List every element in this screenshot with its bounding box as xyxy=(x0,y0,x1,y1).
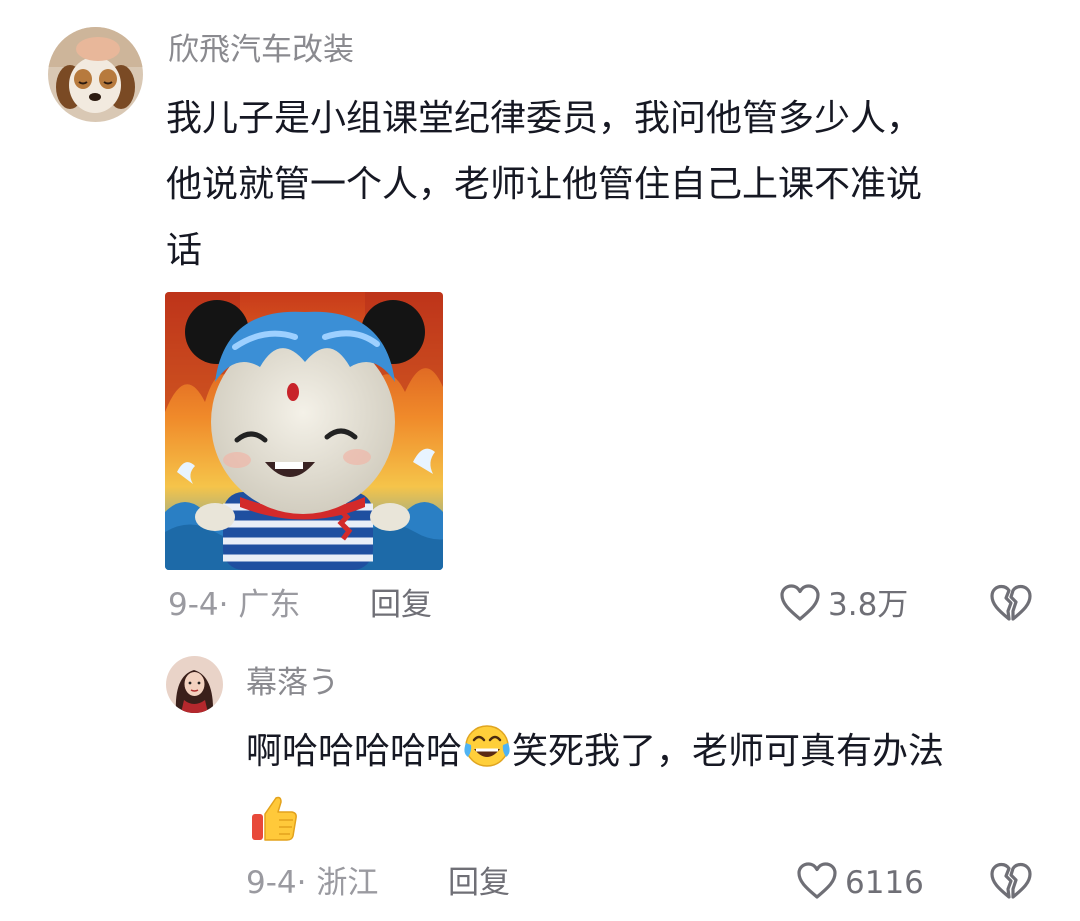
thumbs-up-emoji xyxy=(248,792,300,848)
username-comment1[interactable]: 欣飛汽车改装 xyxy=(168,32,354,68)
reply1-dislike-button[interactable] xyxy=(990,862,1032,906)
heart-outline-icon xyxy=(797,862,837,904)
comment1-date-location: 9-4· 广东 xyxy=(168,587,301,623)
reply1-text-part1: 啊哈哈哈哈哈 xyxy=(246,731,463,772)
reply1-like-button[interactable]: 6116 xyxy=(797,862,924,904)
reply1-date-location: 9-4· 浙江 xyxy=(246,865,379,901)
tears-of-joy-emoji xyxy=(462,723,512,790)
sticker-image[interactable] xyxy=(165,292,443,570)
reply1-reply-button[interactable]: 回复 xyxy=(448,865,510,901)
comment1-dislike-button[interactable] xyxy=(990,584,1032,628)
reply1-text: 啊哈哈哈哈哈 笑死我了，老师可真有办法 xyxy=(246,720,944,790)
comment1-text-line2: 他说就管一个人，老师让他管住自己上课不准说 xyxy=(166,164,923,205)
heart-outline-icon xyxy=(780,584,820,626)
username-reply1[interactable]: 幕落う xyxy=(246,665,339,701)
reply1-like-count: 6116 xyxy=(845,865,924,901)
comment1-reply-button[interactable]: 回复 xyxy=(370,587,432,623)
avatar-comment1[interactable] xyxy=(48,27,143,122)
comment1-like-button[interactable]: 3.8万 xyxy=(780,584,908,626)
avatar-reply1[interactable] xyxy=(166,656,223,713)
broken-heart-icon xyxy=(990,862,1032,906)
broken-heart-icon xyxy=(990,584,1032,628)
comment1-text-line3: 话 xyxy=(166,230,203,271)
comment1-like-count: 3.8万 xyxy=(828,587,909,623)
comment1-text-line1: 我儿子是小组课堂纪律委员，我问他管多少人， xyxy=(166,98,923,139)
reply1-text-part2: 笑死我了，老师可真有办法 xyxy=(512,731,945,772)
